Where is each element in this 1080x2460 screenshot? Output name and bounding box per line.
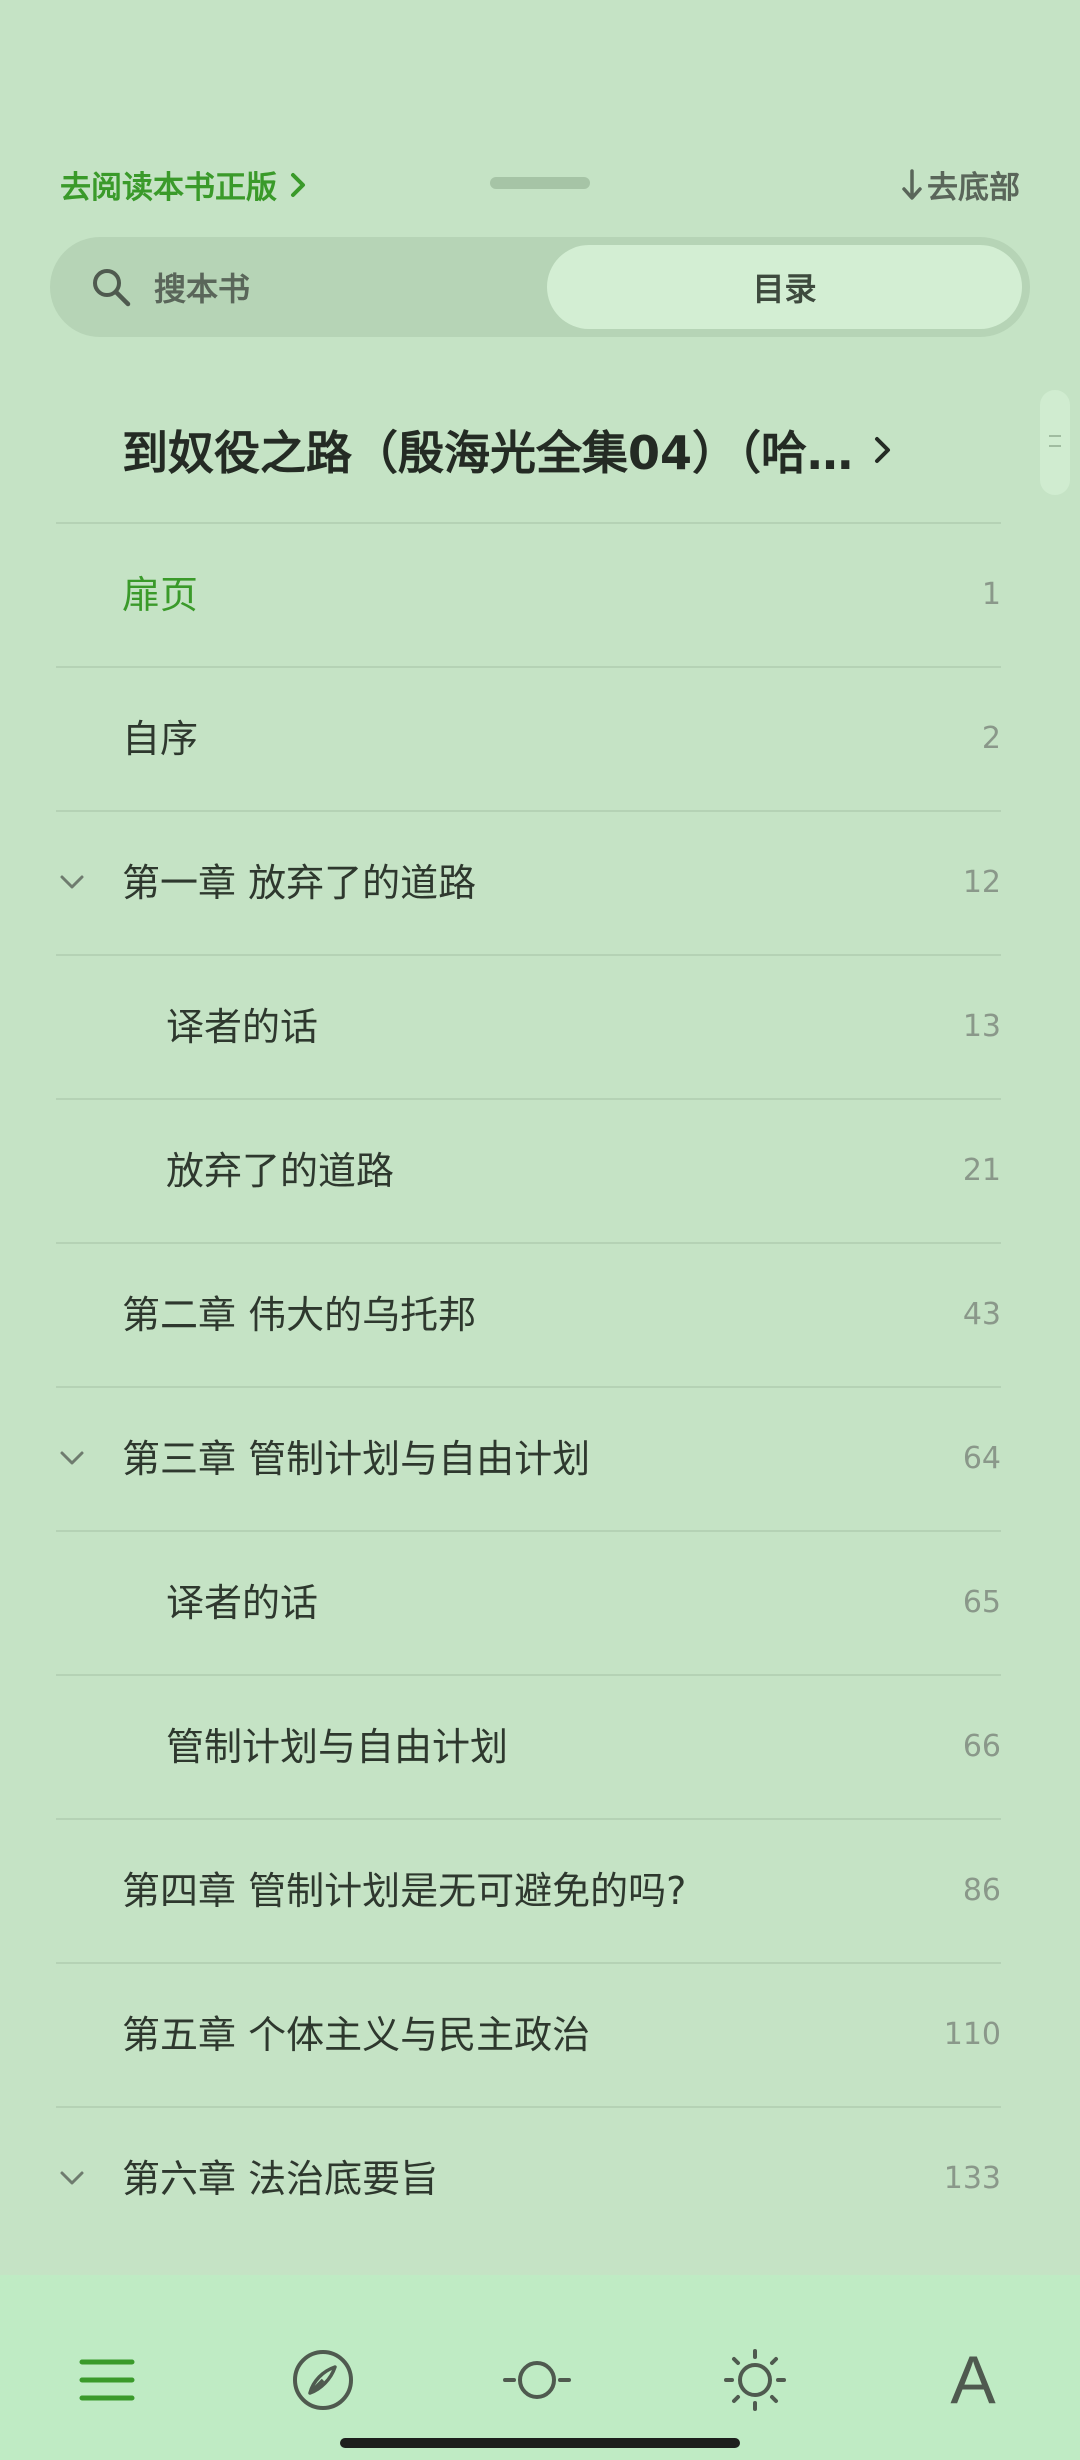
toc-item[interactable]: 译者的话 13: [56, 954, 1001, 1098]
read-official-edition-link[interactable]: 去阅读本书正版: [60, 162, 309, 207]
toc-item[interactable]: 第五章 个体主义与民主政治 110: [56, 1962, 1001, 2106]
toc-item-page: 21: [962, 1153, 1001, 1188]
toc-item-label: 译者的话: [166, 1581, 319, 1625]
search-placeholder: 搜本书: [154, 270, 251, 308]
toc-item-label: 第三章 管制计划与自由计划: [122, 1437, 591, 1481]
tab-table-of-contents-label: 目录: [752, 270, 817, 308]
scroll-thumb[interactable]: [1040, 390, 1070, 495]
search-tab-bar: 搜本书 目录: [50, 237, 1030, 337]
toc-item-page: 43: [962, 1297, 1001, 1332]
search-icon: [93, 269, 131, 307]
toc-item-page: 133: [943, 2161, 1001, 2196]
explore-button[interactable]: [288, 2345, 358, 2415]
progress-icon: [503, 2361, 571, 2399]
chevron-right-icon: [291, 172, 305, 197]
toc-item[interactable]: 第三章 管制计划与自由计划 64: [56, 1386, 1001, 1530]
toc-item-label: 扉页: [122, 573, 199, 617]
chevron-down-icon[interactable]: [58, 1448, 86, 1468]
toc-item[interactable]: 自序 2: [56, 666, 1001, 810]
toc-item-label: 第四章 管制计划是无可避免的吗?: [122, 1869, 687, 1913]
toc-item[interactable]: 译者的话 65: [56, 1530, 1001, 1674]
toc-list: 扉页 1 自序 2 第一章 放弃了的道路 12 译者的话 13 放弃了的道路 21 第二章 伟大的乌…: [56, 522, 1001, 2250]
toc-item-page: 1: [981, 577, 1001, 612]
toc-item-label: 第六章 法治底要旨: [122, 2157, 439, 2201]
read-official-edition-label: 去阅读本书正版: [60, 170, 277, 206]
toc-item-page: 64: [962, 1441, 1001, 1476]
home-indicator: [340, 2438, 740, 2448]
toc-item-label: 自序: [122, 717, 199, 761]
toc-item[interactable]: 放弃了的道路 21: [56, 1098, 1001, 1242]
toc-item[interactable]: 第六章 法治底要旨 133: [56, 2106, 1001, 2250]
menu-icon: [79, 2359, 135, 2401]
toc-item-page: 110: [943, 2017, 1001, 2052]
toc-item[interactable]: 管制计划与自由计划 66: [56, 1674, 1001, 1818]
font-icon: A: [950, 2342, 996, 2418]
book-title-row[interactable]: 到奴役之路（殷海光全集04）（哈…: [122, 410, 942, 490]
toc-item[interactable]: 第四章 管制计划是无可避免的吗? 86: [56, 1818, 1001, 1962]
toc-item-page: 66: [962, 1729, 1001, 1764]
toc-item-page: 2: [981, 721, 1001, 756]
toc-item-page: 12: [962, 865, 1001, 900]
chevron-down-icon[interactable]: [58, 872, 86, 892]
progress-button[interactable]: [502, 2345, 572, 2415]
toc-item-label: 放弃了的道路: [166, 1149, 395, 1193]
search-in-book-button[interactable]: 搜本书: [90, 237, 250, 337]
toc-item-label: 第二章 伟大的乌托邦: [122, 1293, 477, 1337]
chevron-right-icon: [875, 437, 891, 463]
go-to-bottom-button[interactable]: 去底部: [901, 162, 1020, 207]
arrow-down-icon: [902, 168, 922, 200]
toc-item[interactable]: 第一章 放弃了的道路 12: [56, 810, 1001, 954]
toc-item[interactable]: 第二章 伟大的乌托邦 43: [56, 1242, 1001, 1386]
toc-item-page: 13: [962, 1009, 1001, 1044]
toc-item-page: 65: [962, 1585, 1001, 1620]
toc-item-label: 第五章 个体主义与民主政治: [122, 2013, 591, 2057]
sun-icon: [724, 2349, 786, 2411]
brightness-button[interactable]: [720, 2345, 790, 2415]
toc-item-label: 译者的话: [166, 1005, 319, 1049]
toc-item[interactable]: 扉页 1: [56, 522, 1001, 666]
font-settings-button[interactable]: A: [938, 2342, 1008, 2418]
go-to-bottom-label: 去底部: [927, 170, 1020, 206]
chevron-down-icon[interactable]: [58, 2168, 86, 2188]
book-title: 到奴役之路（殷海光全集04）（哈…: [122, 426, 854, 480]
drag-handle[interactable]: [490, 177, 590, 189]
toc-item-label: 第一章 放弃了的道路: [122, 861, 477, 905]
top-bar: 去阅读本书正版 去底部: [0, 0, 1080, 240]
tab-table-of-contents[interactable]: 目录: [547, 245, 1022, 329]
toc-item-label: 管制计划与自由计划: [166, 1725, 509, 1769]
compass-icon: [293, 2350, 353, 2410]
bottom-toolbar: A: [0, 2275, 1080, 2460]
contents-menu-button[interactable]: [72, 2345, 142, 2415]
toc-item-page: 86: [962, 1873, 1001, 1908]
